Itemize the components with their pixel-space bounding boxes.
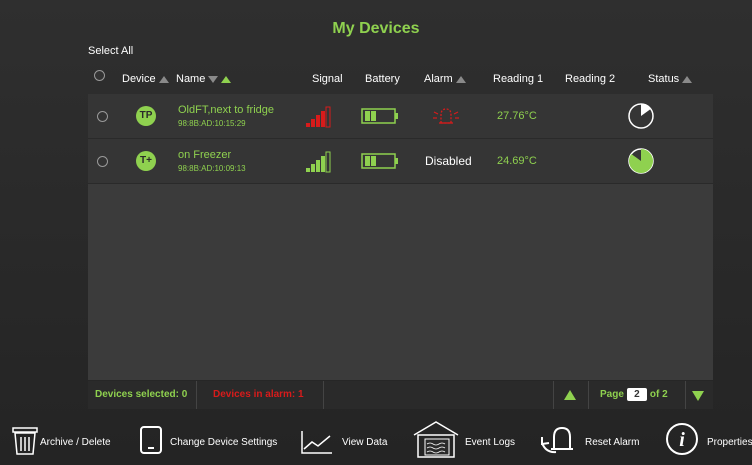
device-type-icon: T+: [136, 151, 156, 171]
device-name: OldFT,next to fridge: [178, 104, 274, 116]
chart-icon: [301, 431, 332, 454]
event-logs-button[interactable]: Event Logs: [411, 415, 521, 465]
logs-house-icon: [413, 421, 459, 458]
page-down-button[interactable]: [692, 391, 704, 401]
header-alarm[interactable]: Alarm: [424, 73, 466, 85]
reset-bell-icon: [541, 426, 573, 454]
device-mac: 98:8B:AD:10:09:13: [178, 164, 246, 173]
alarm-bell-icon: [433, 108, 459, 124]
row-select-radio[interactable]: [97, 111, 108, 122]
header-battery[interactable]: Battery: [365, 73, 400, 85]
header-signal[interactable]: Signal: [312, 73, 343, 85]
trash-icon: [12, 427, 38, 455]
status-pie-icon: [628, 103, 654, 129]
select-all-label: Select All: [88, 45, 134, 57]
reset-alarm-label: Reset Alarm: [585, 437, 640, 448]
svg-text:i: i: [679, 429, 685, 451]
table-row[interactable]: T+ on Freezer 98:8B:AD:10:09:13 Disabled…: [88, 139, 713, 184]
pagination: Page 2 of 2: [600, 381, 668, 409]
reading1-value: 27.76°C: [497, 110, 537, 122]
table-row[interactable]: TP OldFT,next to fridge 98:8B:AD:10:15:2…: [88, 94, 713, 139]
select-all-radio[interactable]: [94, 70, 105, 81]
sort-down-icon: [208, 75, 219, 83]
header-status-label: Status: [648, 73, 680, 85]
page-label: Page: [600, 389, 624, 400]
change-device-settings-button[interactable]: Change Device Settings: [137, 415, 287, 465]
page-up-button[interactable]: [564, 390, 576, 400]
table-footer: Devices selected: 0 Devices in alarm: 1 …: [88, 381, 713, 409]
properties-button[interactable]: i Properties: [665, 415, 752, 465]
device-type-icon: TP: [136, 106, 156, 126]
sort-up-icon: [682, 75, 693, 83]
tablet-icon: [140, 426, 162, 454]
device-mac: 98:8B:AD:10:15:29: [178, 119, 246, 128]
reset-alarm-button[interactable]: Reset Alarm: [540, 415, 650, 465]
action-toolbar: Archive / Delete Change Device Settings …: [0, 415, 752, 465]
header-reading2[interactable]: Reading 2: [565, 73, 615, 85]
devices-in-alarm-count: Devices in alarm: 1: [213, 389, 304, 400]
header-status[interactable]: Status: [648, 73, 693, 85]
page-number-input[interactable]: 2: [626, 388, 647, 401]
view-data-label: View Data: [342, 437, 388, 448]
battery-icon: [361, 108, 398, 124]
change-device-settings-label: Change Device Settings: [170, 437, 278, 448]
sort-up-icon: [158, 75, 169, 83]
status-pie-icon: [628, 148, 654, 174]
sort-up-icon: [455, 75, 466, 83]
event-logs-label: Event Logs: [465, 437, 516, 448]
header-name[interactable]: Name: [176, 73, 232, 85]
signal-icon: [306, 151, 331, 173]
header-name-label: Name: [176, 73, 206, 85]
header-alarm-label: Alarm: [424, 73, 453, 85]
reading1-value: 24.69°C: [497, 155, 537, 167]
device-table: TP OldFT,next to fridge 98:8B:AD:10:15:2…: [88, 94, 713, 380]
page-title: My Devices: [332, 20, 420, 37]
info-icon: i: [666, 423, 698, 455]
page-total: of 2: [649, 389, 668, 400]
device-name: on Freezer: [178, 149, 232, 161]
header-device[interactable]: Device: [122, 73, 169, 85]
view-data-button[interactable]: View Data: [298, 415, 398, 465]
devices-selected-count: Devices selected: 0: [95, 389, 188, 400]
header-reading1[interactable]: Reading 1: [493, 73, 543, 85]
archive-delete-label: Archive / Delete: [40, 437, 111, 448]
sort-up-icon: [221, 75, 232, 83]
properties-label: Properties: [707, 437, 752, 448]
archive-delete-button[interactable]: Archive / Delete: [10, 415, 120, 465]
table-header: Select All Device Name Signal Battery Al…: [88, 44, 713, 92]
header-device-label: Device: [122, 73, 156, 85]
alarm-status: Disabled: [425, 154, 472, 168]
row-select-radio[interactable]: [97, 156, 108, 167]
battery-icon: [361, 153, 398, 169]
signal-icon: [306, 106, 331, 128]
